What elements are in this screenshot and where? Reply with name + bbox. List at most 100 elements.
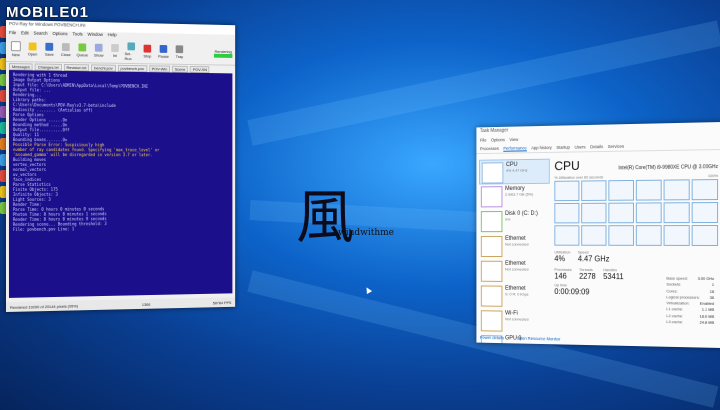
tab-processes[interactable]: Processes xyxy=(480,146,499,151)
core-graph xyxy=(554,180,580,202)
resource-sub: 2.9/63.7 GB (5%) xyxy=(505,191,534,197)
cpu-heading: CPU xyxy=(554,158,580,174)
message-console[interactable]: Rendering with 1 thread Image Output Opti… xyxy=(8,70,233,298)
tab-messages[interactable]: Messages xyxy=(8,62,33,70)
logo-glyph: 風 xyxy=(296,183,355,251)
resource-thumbnail-graph xyxy=(480,310,503,332)
resource-thumbnail-graph xyxy=(480,211,503,233)
resource-item-eth[interactable]: Ethernet S: 0 R: 0 Kbps xyxy=(479,284,550,310)
stop-button[interactable]: Stop xyxy=(141,44,154,59)
save-icon xyxy=(45,42,54,51)
resource-sub: 0% xyxy=(505,216,511,222)
core-graph xyxy=(581,225,607,246)
menu-options[interactable]: Options xyxy=(491,137,505,144)
resource-item-eth[interactable]: Ethernet Not connected xyxy=(479,234,550,259)
graph-max: 100% xyxy=(708,173,719,179)
fewer-details-link[interactable]: Fewer details xyxy=(480,335,504,340)
resource-thumbnail-graph xyxy=(480,186,503,208)
run-icon xyxy=(127,41,136,50)
menu-edit[interactable]: Edit xyxy=(21,30,29,37)
tab-pov-sn[interactable]: POV-SN xyxy=(190,65,210,73)
spec-key: L3 cache: xyxy=(666,319,684,325)
spec-row: L3 cache: 24.8 MB xyxy=(666,319,714,326)
stat-processes: Processes 146 xyxy=(554,266,572,281)
resource-item-disk[interactable]: Disk 0 (C: D:) 0% xyxy=(479,209,550,234)
status-right: 58784 PPS xyxy=(212,299,232,305)
menu-search[interactable]: Search xyxy=(34,31,48,38)
core-graph xyxy=(554,225,580,246)
core-graph-grid xyxy=(554,179,719,246)
core-graph xyxy=(691,202,719,224)
show-icon xyxy=(94,43,103,52)
new-button[interactable]: New xyxy=(9,41,23,57)
resource-text: Memory 2.9/63.7 GB (5%) xyxy=(505,186,533,207)
core-graph xyxy=(608,202,634,224)
open-button[interactable]: Open xyxy=(26,42,40,57)
new-file-icon xyxy=(10,41,21,52)
tab-pov-win[interactable]: POV-Win xyxy=(148,64,171,72)
status-bar: Rendered 19200 of 20144 pixels (95%) 136… xyxy=(6,297,236,312)
tab-users[interactable]: Users xyxy=(575,144,586,149)
resource-text: Ethernet Not connected xyxy=(505,236,528,257)
resource-thumbnail-graph xyxy=(481,162,504,184)
menu-file[interactable]: File xyxy=(480,138,487,145)
resource-sub: Not connected xyxy=(505,266,529,272)
render-progress-bar xyxy=(213,53,233,58)
resource-item-mem[interactable]: Memory 2.9/63.7 GB (5%) xyxy=(479,184,550,209)
resource-item-cpu[interactable]: CPU 4% 4.47 GHz xyxy=(479,158,550,185)
core-graph xyxy=(691,225,719,246)
tab-benchl[interactable]: benchl.pov xyxy=(91,63,116,72)
sel-run-button[interactable]: Sel-Run xyxy=(125,41,138,61)
mouse-cursor-icon xyxy=(363,285,373,295)
ini-icon xyxy=(111,44,119,53)
menu-tools[interactable]: Tools xyxy=(72,31,82,38)
resource-item-eth[interactable]: Wi-Fi Not connected xyxy=(479,308,550,334)
tab-performance[interactable]: Performance xyxy=(503,145,527,152)
console-warning: Possible Parse Error: Suspiciously high n… xyxy=(13,142,229,157)
tab-app-history[interactable]: App history xyxy=(531,145,552,150)
menu-help[interactable]: Help xyxy=(108,32,117,39)
ini-button[interactable]: Ini xyxy=(108,44,121,58)
menu-view[interactable]: View xyxy=(509,137,518,144)
resource-sub: S: 0 R: 0 Kbps xyxy=(505,291,529,297)
resource-text: Disk 0 (C: D:) 0% xyxy=(505,211,538,232)
stat-threads: Threads 2278 xyxy=(579,267,596,281)
cpu-model: Intel(R) Core(TM) i9-9980XE CPU @ 3.00GH… xyxy=(618,164,719,172)
cpu-panel: CPU Intel(R) Core(TM) i9-9980XE CPU @ 3.… xyxy=(554,156,719,332)
graph-caption: % Utilization over 60 seconds xyxy=(554,174,604,180)
tab-services[interactable]: Services xyxy=(608,144,624,149)
toolbar: New Open Save Close Queue Show Ini Sel-R… xyxy=(6,37,236,66)
tab-scene[interactable]: Scene xyxy=(171,65,189,73)
menu-file[interactable]: File xyxy=(9,30,16,37)
resource-thumbnail-graph xyxy=(480,260,503,282)
console-lines: Rendering with 1 thread Image Output Opti… xyxy=(13,72,229,143)
close-button[interactable]: Close xyxy=(59,43,73,57)
povray-window[interactable]: POV-Ray for Windows POVBENCH.INI File Ed… xyxy=(6,20,236,312)
pause-button[interactable]: Pause xyxy=(157,44,170,59)
core-graph xyxy=(581,180,607,201)
tab-changes[interactable]: Changes.txt xyxy=(34,62,62,71)
menu-options[interactable]: Options xyxy=(52,31,67,38)
core-graph xyxy=(663,202,690,224)
queue-button[interactable]: Queue xyxy=(76,43,90,57)
tray-button[interactable]: Tray xyxy=(173,45,186,59)
open-resource-monitor-link[interactable]: Open Resource Monitor xyxy=(517,336,561,342)
stop-icon xyxy=(143,44,152,53)
resource-item-eth[interactable]: Ethernet Not connected xyxy=(479,259,550,284)
tab-povbench[interactable]: povbench.pov xyxy=(117,64,147,72)
core-graph xyxy=(663,225,690,246)
console-lines: Building moves vertex_vectors normal_vec… xyxy=(13,157,229,232)
tab-startup[interactable]: Startup xyxy=(556,145,569,150)
task-manager-window[interactable]: Task Manager File Options View Processes… xyxy=(476,122,720,348)
show-button[interactable]: Show xyxy=(92,43,105,58)
tab-details[interactable]: Details xyxy=(590,144,603,149)
status-left: Rendered 19200 of 20144 pixels (95%) xyxy=(9,302,79,310)
windwithme-logo: 風 windwithme xyxy=(296,186,406,266)
resource-text: Wi-Fi Not connected xyxy=(505,311,528,333)
render-status: Rendering xyxy=(213,48,233,58)
stat-handles: Handles 53411 xyxy=(603,267,624,282)
close-file-icon xyxy=(61,43,70,52)
save-button[interactable]: Save xyxy=(42,42,56,57)
menu-window[interactable]: Window xyxy=(87,32,102,39)
tab-revision[interactable]: Revision.txt xyxy=(63,63,90,71)
